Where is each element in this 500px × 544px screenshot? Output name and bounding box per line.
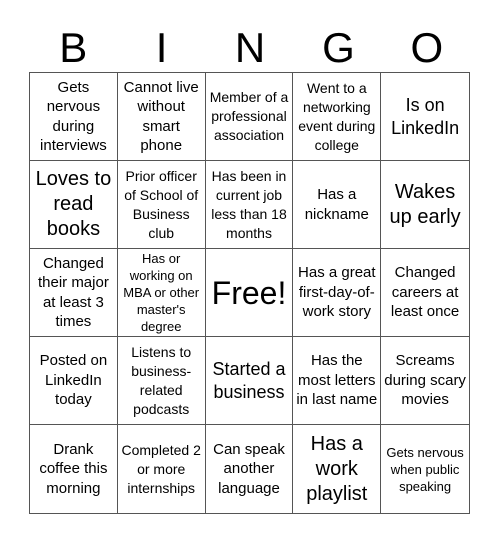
header-letter-i: I — [155, 24, 168, 71]
bingo-cell[interactable]: Has the most letters in last name — [293, 337, 382, 425]
bingo-cell[interactable]: Can speak another language — [206, 425, 294, 513]
cell-text: Posted on LinkedIn today — [39, 352, 108, 409]
bingo-cell[interactable]: Loves to read books — [30, 161, 118, 249]
cell-text: Prior officer of School of Business club — [124, 167, 199, 241]
cell-text: Went to a networking event during colleg… — [298, 79, 376, 153]
bingo-cell[interactable]: Member of a professional association — [205, 73, 294, 161]
cell-text: Loves to read books — [35, 168, 112, 240]
header-letter-n: N — [234, 24, 266, 71]
free-space-cell[interactable]: Free! — [205, 249, 294, 337]
cell-text: Has a nickname — [304, 186, 369, 223]
bingo-cell[interactable]: Posted on LinkedIn today — [30, 337, 118, 425]
cell-text: Changed careers at least once — [390, 264, 460, 321]
cell-text: Drank coffee this morning — [39, 440, 108, 497]
bingo-cell[interactable]: Completed 2 or more internships — [118, 425, 206, 513]
bingo-cell[interactable]: Started a business — [205, 337, 294, 425]
bingo-cell[interactable]: Cannot live without smart phone — [117, 73, 206, 161]
bingo-cell[interactable]: Screams during scary movies — [381, 337, 469, 425]
bingo-cell[interactable]: Has a nickname — [293, 161, 382, 249]
cell-text: Has or working on MBA or other master's … — [123, 251, 200, 334]
cell-text: Screams during scary movies — [384, 352, 466, 409]
cell-text: Gets nervous when public speaking — [386, 444, 464, 494]
bingo-grid: Gets nervous during interviews Cannot li… — [29, 72, 470, 514]
bingo-cell[interactable]: Drank coffee this morning — [30, 425, 118, 513]
bingo-cell[interactable]: Has a great first-day-of-work story — [293, 249, 382, 337]
cell-text: Free! — [211, 274, 287, 311]
bingo-cell[interactable]: Wakes up early — [381, 161, 469, 249]
bingo-cell[interactable]: Has been in current job less than 18 mon… — [205, 161, 294, 249]
cell-text: Has the most letters in last name — [296, 352, 378, 409]
cell-text: Member of a professional association — [209, 89, 289, 143]
bingo-cell[interactable]: Has a work playlist — [293, 425, 382, 513]
bingo-cell[interactable]: Changed their major at least 3 times — [30, 249, 118, 337]
cell-text: Wakes up early — [389, 180, 461, 228]
bingo-cell[interactable]: Gets nervous during interviews — [30, 73, 118, 161]
cell-text: Gets nervous during interviews — [40, 78, 107, 155]
cell-text: Has a work playlist — [306, 432, 368, 505]
cell-text: Cannot live without smart phone — [123, 78, 199, 155]
bingo-cell[interactable]: Changed careers at least once — [381, 249, 469, 337]
cell-text: Is on LinkedIn — [391, 94, 460, 138]
bingo-cell[interactable]: Listens to business-related podcasts — [117, 337, 206, 425]
bingo-cell[interactable]: Gets nervous when public speaking — [381, 425, 469, 513]
cell-text: Listens to business-related podcasts — [131, 343, 192, 417]
bingo-header: B I N G O — [29, 26, 471, 70]
cell-text: Completed 2 or more internships — [121, 441, 201, 496]
cell-text: Can speak another language — [213, 440, 285, 497]
cell-text: Has a great first-day-of-work story — [298, 264, 376, 321]
bingo-cell[interactable]: Is on LinkedIn — [381, 73, 469, 161]
header-letter-o: O — [410, 24, 444, 71]
bingo-cell[interactable]: Has or working on MBA or other master's … — [117, 249, 206, 337]
header-letter-g: G — [322, 24, 355, 71]
bingo-cell[interactable]: Went to a networking event during colleg… — [293, 73, 382, 161]
bingo-cell[interactable]: Prior officer of School of Business club — [117, 161, 206, 249]
cell-text: Started a business — [212, 358, 286, 402]
cell-text: Changed their major at least 3 times — [37, 254, 109, 331]
cell-text: Has been in current job less than 18 mon… — [211, 167, 287, 241]
header-letter-b: B — [59, 24, 88, 71]
